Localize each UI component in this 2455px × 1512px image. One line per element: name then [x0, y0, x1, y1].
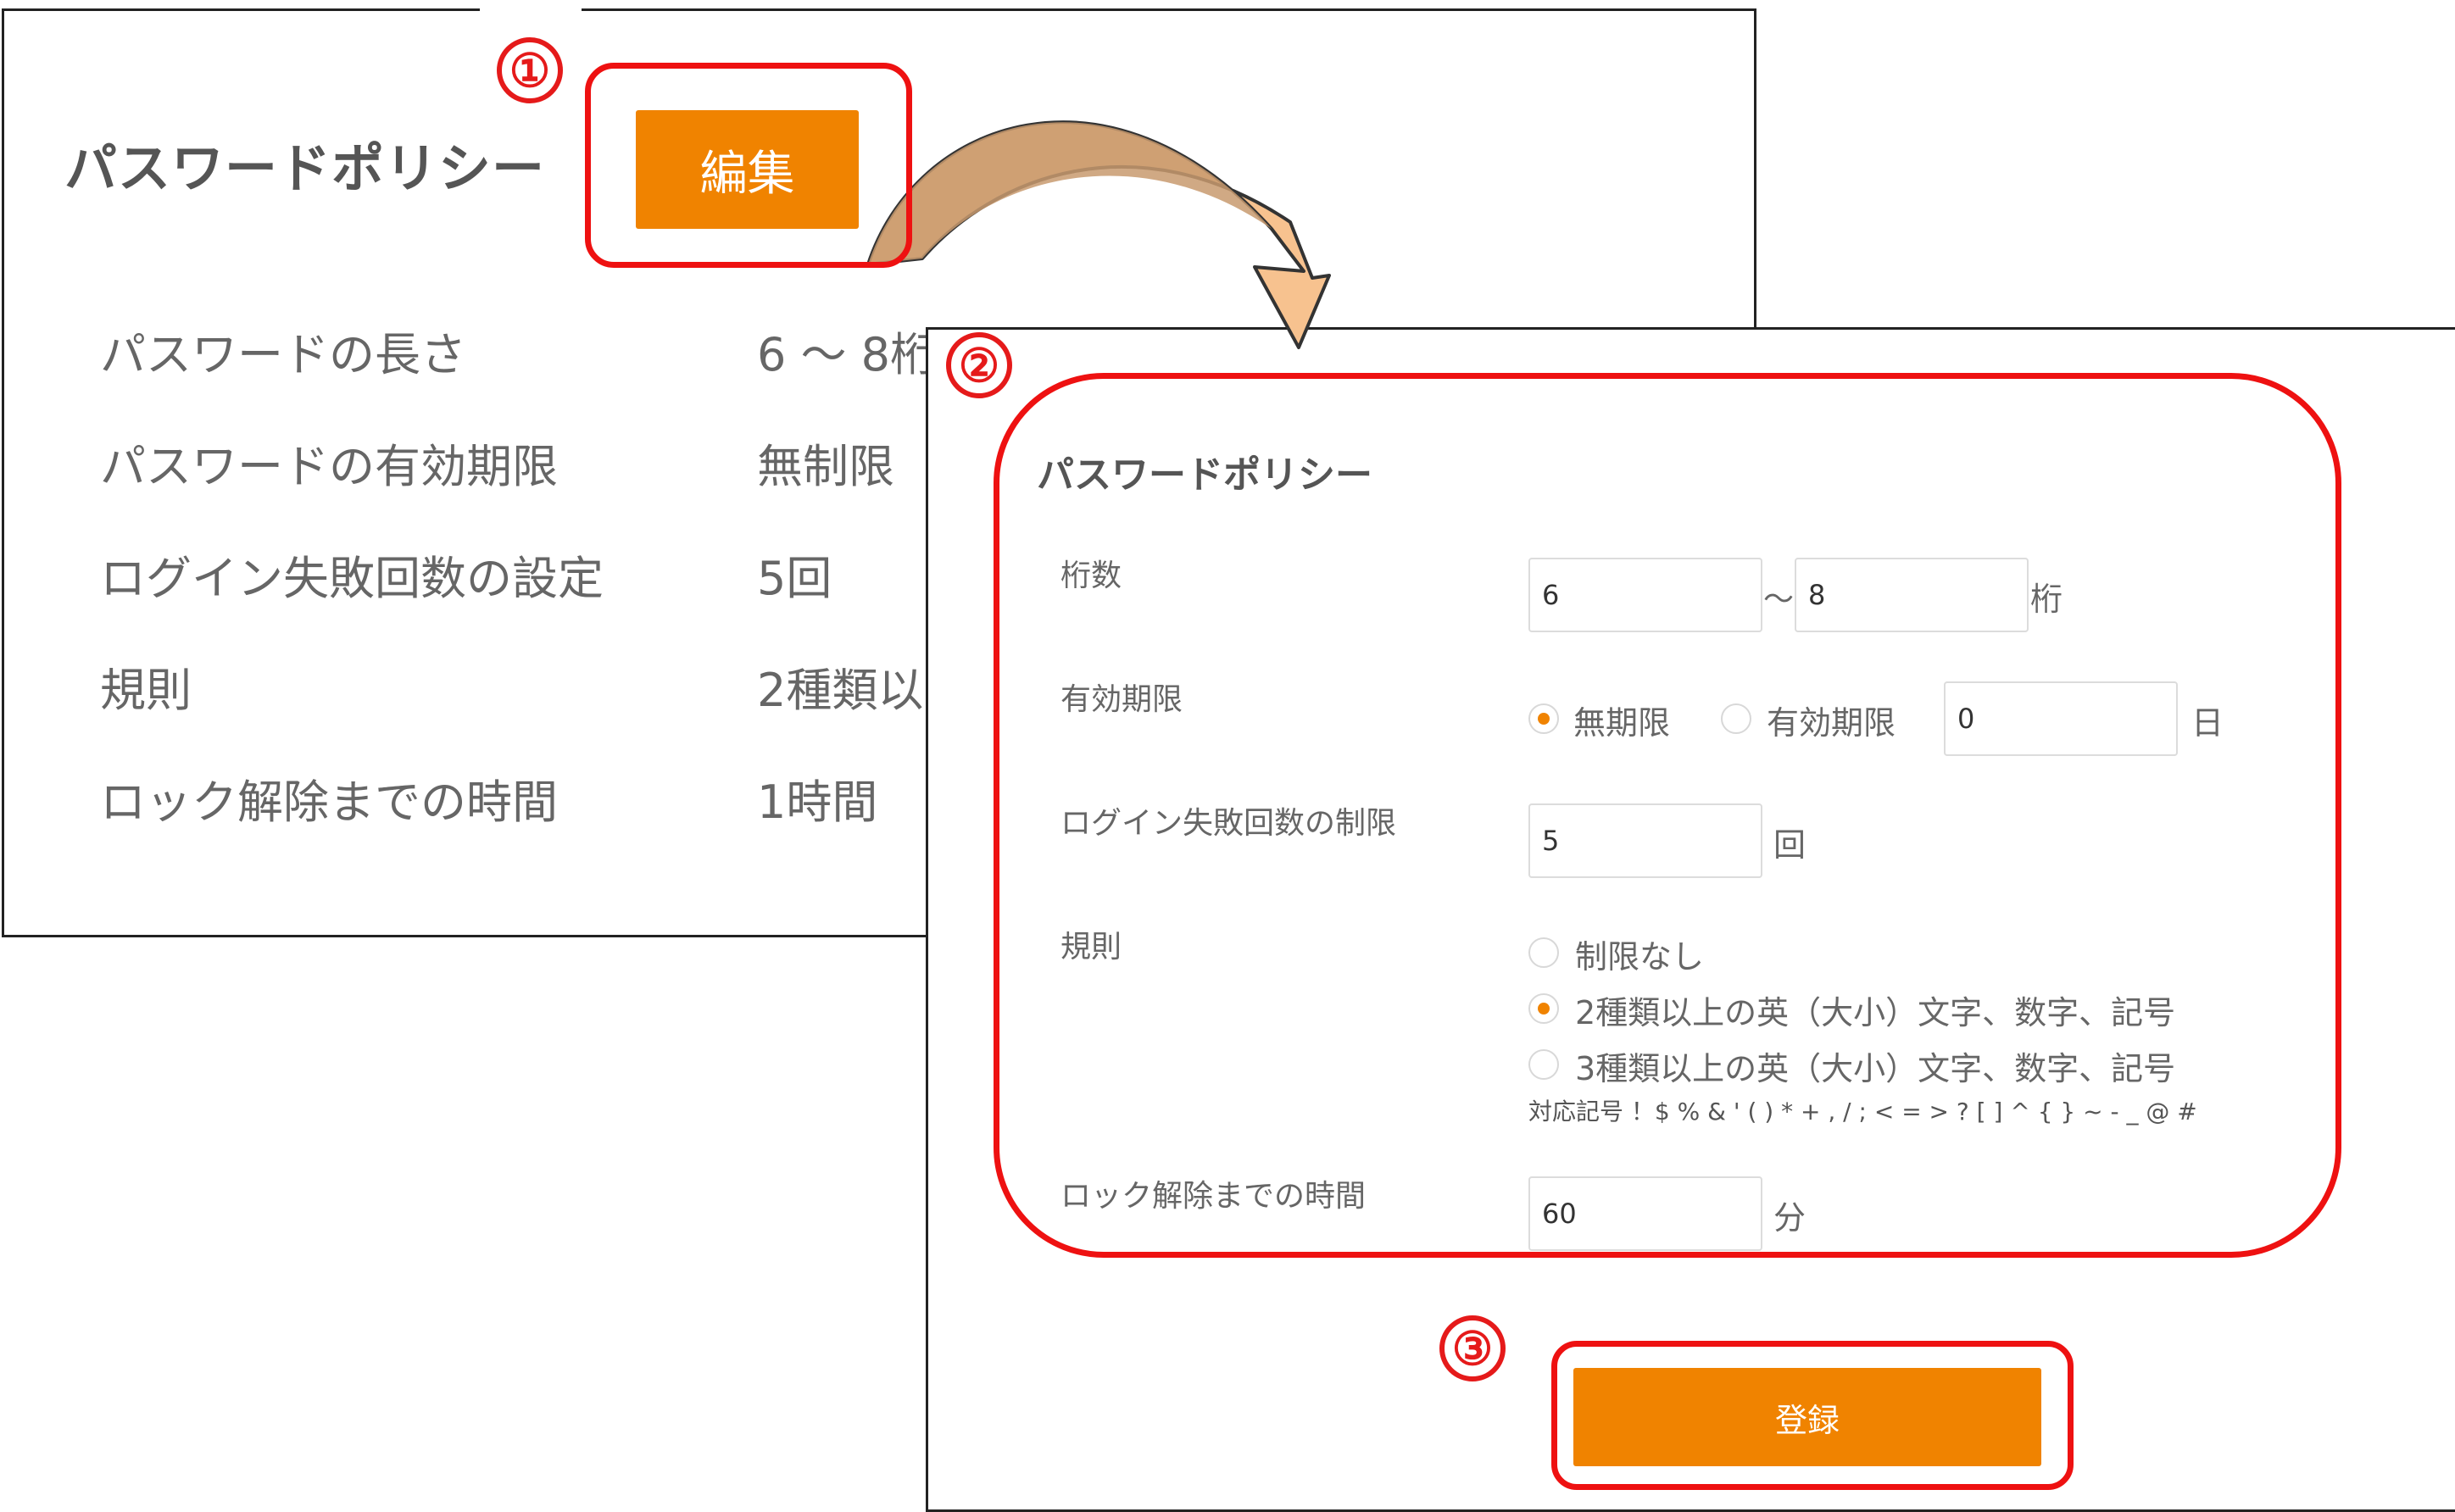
panel-border-gap [480, 0, 582, 14]
edit-button-highlight [585, 63, 912, 268]
view-label-expiry: パスワードの有効期限 [100, 440, 558, 493]
view-label-unlock: ロック解除までの時間 [100, 775, 558, 829]
view-label-length: パスワードの長さ [100, 328, 466, 381]
step-2-marker: ② [946, 332, 1012, 398]
view-label-login-fail: ログイン失敗回数の設定 [100, 552, 604, 605]
view-value-rules: 2種類以 [757, 664, 924, 717]
view-value-expiry: 無制限 [757, 440, 894, 493]
flow-arrow-shadow [868, 122, 1272, 264]
view-label-rules: 規則 [100, 664, 192, 717]
view-value-login-fail: 5回 [757, 552, 832, 605]
view-page-title: パスワードポリシー [64, 137, 546, 199]
flow-arrow [866, 120, 1331, 349]
view-value-unlock: 1時間 [757, 775, 878, 829]
step-1-marker: ① [497, 37, 563, 103]
form-highlight [994, 373, 2341, 1258]
step-3-marker: ③ [1439, 1315, 1506, 1381]
submit-button-highlight [1551, 1341, 2074, 1490]
